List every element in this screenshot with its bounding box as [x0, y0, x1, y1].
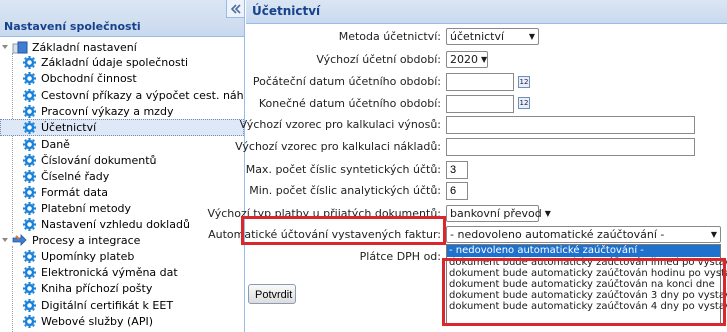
- tree-item-label: Cestovní příkazy a výpočet cest. náhradů: [41, 88, 244, 102]
- collapse-toggle-icon[interactable]: [0, 235, 10, 245]
- gear-icon: [23, 169, 36, 183]
- gear-icon: [23, 71, 36, 85]
- chevron-down-icon: ▼: [710, 230, 717, 239]
- tree-item-label: Kniha příchozí pošty: [41, 281, 153, 295]
- tree-item-label: Daně: [41, 137, 70, 151]
- sidebar-item-payment-reminders[interactable]: Upomínky plateb: [0, 248, 244, 264]
- dropdown-option[interactable]: dokument bude automaticky zaúčtován 4 dn…: [447, 301, 727, 312]
- gear-icon: [23, 217, 36, 231]
- synthetic-digits-input[interactable]: [446, 161, 468, 179]
- dropdown-option[interactable]: dokument bude automaticky zaúčtován 3 dn…: [447, 290, 727, 301]
- sidebar-title: Nastavení společnosti: [4, 20, 141, 33]
- gear-icon: [23, 201, 36, 215]
- end-date-label: Konečné datum účetního období:: [258, 97, 441, 110]
- sidebar-header: Nastavení společnosti: [0, 0, 244, 37]
- chevron-down-icon: ▼: [544, 209, 551, 218]
- sidebar-item-eet-certificate[interactable]: Digitální certifikát k EET: [0, 297, 244, 313]
- auto-posting-label: Automatické účtování vystavených faktur:: [208, 228, 441, 241]
- tree-item-label: Nastavení vzhledu dokladů: [41, 217, 190, 231]
- auto-posting-dropdown-list[interactable]: - nedovoleno automatické zaúčtování - do…: [446, 244, 727, 324]
- main-header: Účetnictví: [246, 0, 727, 24]
- folder-settings-icon: [12, 41, 28, 53]
- tree-item-label: Účetnictví: [41, 121, 97, 134]
- dropdown-option[interactable]: - nedovoleno automatické zaúčtování -: [447, 245, 720, 257]
- analytic-digits-input[interactable]: [446, 182, 468, 200]
- gear-icon: [23, 249, 36, 263]
- revenue-formula-label: Výchozí vzorec pro kalkulaci výnosů:: [239, 118, 441, 131]
- tree-item-label: Základní údaje společnosti: [41, 55, 189, 69]
- gear-icon: [23, 153, 36, 167]
- collapse-toggle-icon[interactable]: [0, 42, 10, 52]
- revenue-formula-input[interactable]: [446, 116, 695, 134]
- sidebar-item-edi[interactable]: Elektronická výměna dat: [0, 264, 244, 280]
- dropdown-option[interactable]: dokument bude automaticky zaúčtován na k…: [447, 279, 720, 290]
- sidebar-item-business-activity[interactable]: Obchodní činnost: [0, 70, 244, 86]
- tree-item-label: Základní nastavení: [32, 40, 137, 54]
- cost-formula-input[interactable]: [446, 138, 695, 156]
- tree-item-label: Elektronická výměna dat: [41, 265, 178, 279]
- tree-item-label: Webové služby (API): [41, 314, 153, 328]
- integration-arrows-icon: [12, 233, 27, 246]
- auto-posting-select[interactable]: - nedovoleno automatické zaúčtování - ▼: [446, 226, 721, 243]
- sidebar-item-accounting[interactable]: Účetnictví: [0, 119, 244, 136]
- start-date-label: Počáteční datum účetního období:: [252, 75, 441, 88]
- sidebar-item-incoming-mail[interactable]: Kniha příchozí pošty: [0, 280, 244, 296]
- sidebar-item-date-format[interactable]: Formát data: [0, 184, 244, 200]
- calendar-icon[interactable]: 12: [518, 97, 530, 109]
- gear-icon: [23, 265, 36, 279]
- sidebar-item-travel-orders[interactable]: Cestovní příkazy a výpočet cest. náhradů: [0, 87, 244, 103]
- sidebar-item-number-series[interactable]: Číselné řady: [0, 168, 244, 184]
- analytic-digits-label: Min. počet číslic analytických účtů:: [249, 184, 441, 197]
- confirm-button[interactable]: Potvrdit: [248, 284, 296, 304]
- accounting-method-select[interactable]: účetnictví ▼: [446, 28, 539, 45]
- gear-icon: [23, 281, 36, 295]
- tree-item-label: Pracovní výkazy a mzdy: [41, 104, 174, 118]
- sidebar-item-web-services[interactable]: Webové služby (API): [0, 313, 244, 329]
- period-label: Výchozí účetní období:: [316, 53, 441, 66]
- synthetic-digits-label: Max. počet číslic syntetických účtů:: [245, 163, 441, 176]
- tree-folder-basic-settings[interactable]: Základní nastavení: [0, 39, 244, 55]
- payment-type-select[interactable]: bankovní převod ▼: [446, 205, 551, 222]
- double-chevron-left-icon: [230, 3, 241, 14]
- sidebar-item-document-numbering[interactable]: Číslování dokumentů: [0, 152, 244, 168]
- tree-item-label: Číselné řady: [41, 169, 110, 183]
- dropdown-option[interactable]: dokument bude automaticky zaúčtován ihne…: [447, 257, 727, 268]
- select-value: účetnictví: [450, 30, 505, 43]
- gear-icon: [23, 121, 36, 134]
- sidebar-item-company-info[interactable]: Základní údaje společnosti: [0, 54, 244, 70]
- settings-tree-panel: Nastavení společnosti Základní nastavení…: [0, 0, 245, 332]
- dropdown-option[interactable]: dokument bude automaticky zaúčtován hodi…: [447, 268, 727, 279]
- gear-icon: [23, 104, 36, 118]
- collapse-panel-button[interactable]: [226, 0, 244, 18]
- select-value: 2020: [450, 53, 478, 66]
- gear-icon: [23, 88, 36, 102]
- calendar-icon[interactable]: 12: [518, 76, 530, 88]
- cost-formula-label: Výchozí vzorec pro kalkulaci nákladů:: [235, 140, 441, 153]
- chevron-down-icon: ▼: [481, 55, 488, 64]
- gear-icon: [23, 314, 36, 328]
- tree-item-label: Upomínky plateb: [41, 249, 135, 263]
- sidebar-item-work-reports[interactable]: Pracovní výkazy a mzdy: [0, 103, 244, 119]
- gear-icon: [23, 55, 36, 69]
- select-value: bankovní převod: [450, 207, 542, 220]
- gear-icon: [23, 137, 36, 151]
- select-value: - nedovoleno automatické zaúčtování -: [450, 228, 665, 241]
- start-date-input[interactable]: [446, 73, 514, 91]
- tree-item-label: Procesy a integrace: [32, 233, 141, 247]
- gear-icon: [23, 298, 36, 312]
- gear-icon: [23, 185, 36, 199]
- end-date-input[interactable]: [446, 95, 514, 113]
- tree-item-label: Číslování dokumentů: [41, 153, 157, 167]
- payment-type-label: Výchozí typ platby u přijatých dokumentů…: [207, 207, 441, 220]
- accounting-period-select[interactable]: 2020 ▼: [446, 51, 488, 68]
- tree-item-label: Platební metody: [41, 201, 132, 215]
- tree-item-label: Formát data: [41, 185, 109, 199]
- tree-item-label: Digitální certifikát k EET: [41, 298, 174, 312]
- page-title: Účetnictví: [252, 4, 321, 18]
- sidebar-item-taxes[interactable]: Daně: [0, 136, 244, 152]
- tree-item-label: Obchodní činnost: [41, 71, 137, 85]
- vat-payer-label: Plátce DPH od:: [359, 250, 441, 263]
- method-label: Metoda účetnictví:: [338, 30, 441, 43]
- chevron-down-icon: ▼: [528, 32, 535, 41]
